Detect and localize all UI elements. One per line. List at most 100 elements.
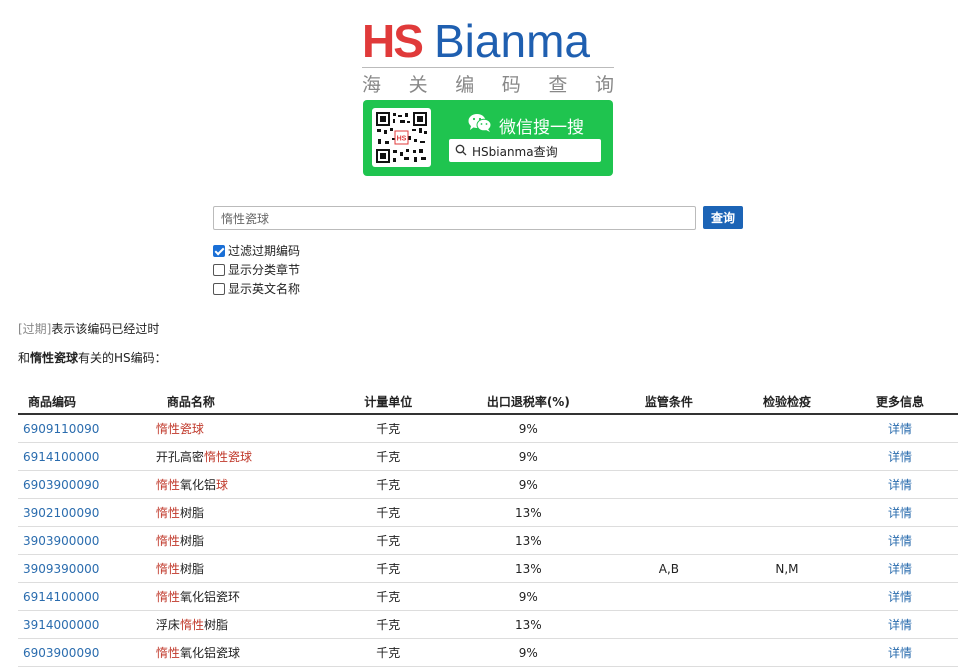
- table-row: 3903900000 惰性树脂 千克 13% 详情: [18, 526, 958, 555]
- inspection-cell: [731, 414, 843, 443]
- table-row: 3914000000 浮床惰性树脂 千克 13% 详情: [18, 610, 958, 639]
- slogan-char: 码: [501, 74, 521, 96]
- name-text: 氧化铝瓷球: [179, 646, 240, 660]
- logo-bianma: Bianma: [434, 15, 590, 67]
- col-header-supervision: 监管条件: [606, 389, 732, 415]
- unit-cell: 千克: [325, 414, 451, 443]
- keyword-highlight: 惰性: [179, 618, 204, 632]
- results-table: 商品编码 商品名称 计量单位 出口退税率(%) 监管条件 检验检疫 更多信息 6…: [18, 389, 958, 667]
- show-english-checkbox[interactable]: [213, 282, 225, 295]
- table-row: 6903900090 惰性氧化铝瓷球 千克 9% 详情: [18, 638, 958, 667]
- unit-cell: 千克: [325, 498, 451, 527]
- name-text: 开孔高密: [155, 450, 204, 464]
- unit-cell: 千克: [325, 610, 451, 639]
- rebate-rate-cell: 13%: [450, 526, 606, 555]
- option-label: 显示英文名称: [228, 282, 301, 296]
- details-link[interactable]: 详情: [842, 610, 958, 639]
- option-label: 显示分类章节: [228, 263, 301, 277]
- details-link[interactable]: 详情: [842, 498, 958, 527]
- related-keyword: 惰性瓷球: [30, 351, 79, 365]
- product-name: 惰性瓷球: [151, 414, 326, 443]
- rebate-rate-cell: 9%: [450, 582, 606, 611]
- filter-expired-checkbox[interactable]: [213, 244, 225, 257]
- name-text: 树脂: [179, 562, 204, 576]
- rebate-rate-cell: 13%: [450, 554, 606, 583]
- search-options: 过滤过期编码 显示分类章节 显示英文名称: [213, 241, 300, 298]
- hs-code-link[interactable]: 6909110090: [18, 414, 152, 443]
- slogan-char: 关: [408, 74, 428, 96]
- details-link[interactable]: 详情: [842, 526, 958, 555]
- table-row: 3909390000 惰性树脂 千克 13% A,B N,M 详情: [18, 554, 958, 583]
- details-link[interactable]: 详情: [842, 470, 958, 499]
- product-name: 惰性树脂: [151, 526, 326, 555]
- wechat-search-box[interactable]: HSbianma查询: [449, 139, 601, 162]
- slogan-char: 编: [455, 74, 475, 96]
- table-row: 6903900090 惰性氧化铝球 千克 9% 详情: [18, 470, 958, 499]
- supervision-cell: [606, 414, 732, 443]
- col-header-inspection: 检验检疫: [731, 389, 843, 415]
- hs-code-link[interactable]: 6914100000: [18, 582, 152, 611]
- supervision-cell: [606, 442, 732, 471]
- show-chapters-checkbox[interactable]: [213, 263, 225, 276]
- details-link[interactable]: 详情: [842, 442, 958, 471]
- option-filter-expired[interactable]: 过滤过期编码: [213, 241, 300, 260]
- rebate-rate-cell: 9%: [450, 638, 606, 667]
- keyword-highlight: 惰性瓷球: [203, 450, 252, 464]
- search-icon: [455, 144, 467, 156]
- hs-code-link[interactable]: 6903900090: [18, 638, 152, 667]
- slogan-char: 查: [548, 74, 568, 96]
- inspection-cell: N,M: [731, 554, 843, 583]
- keyword-highlight: 惰性: [155, 534, 180, 548]
- rebate-rate-cell: 9%: [450, 470, 606, 499]
- search-button[interactable]: 查询: [703, 206, 743, 229]
- slogan-char: 海: [362, 74, 382, 96]
- details-link[interactable]: 详情: [842, 414, 958, 443]
- site-logo[interactable]: HS Bianma: [362, 16, 614, 66]
- product-name: 惰性氧化铝球: [151, 470, 326, 499]
- wechat-icon: [468, 114, 492, 132]
- product-name: 惰性树脂: [151, 554, 326, 583]
- keyword-highlight: 惰性: [155, 506, 180, 520]
- qr-code: HS: [372, 108, 431, 167]
- table-row: 6914100000 开孔高密惰性瓷球 千克 9% 详情: [18, 442, 958, 471]
- details-link[interactable]: 详情: [842, 582, 958, 611]
- option-show-english[interactable]: 显示英文名称: [213, 279, 300, 298]
- hs-code-link[interactable]: 3914000000: [18, 610, 152, 639]
- hs-code-link[interactable]: 3909390000: [18, 554, 152, 583]
- table-row: 6914100000 惰性氧化铝瓷环 千克 9% 详情: [18, 582, 958, 611]
- details-link[interactable]: 详情: [842, 638, 958, 667]
- inspection-cell: [731, 498, 843, 527]
- product-name: 惰性树脂: [151, 498, 326, 527]
- hs-code-link[interactable]: 6903900090: [18, 470, 152, 499]
- inspection-cell: [731, 582, 843, 611]
- keyword-highlight: 惰性瓷球: [155, 422, 204, 436]
- unit-cell: 千克: [325, 442, 451, 471]
- wechat-title: 微信搜一搜: [499, 118, 584, 138]
- keyword-highlight: 惰性: [155, 646, 180, 660]
- wechat-search-text: HSbianma查询: [472, 145, 558, 159]
- product-name: 惰性氧化铝瓷球: [151, 638, 326, 667]
- slogan-char: 询: [594, 74, 614, 96]
- name-text: 氧化铝瓷环: [179, 590, 240, 604]
- keyword-highlight: 惰性: [155, 590, 180, 604]
- hs-code-link[interactable]: 3902100090: [18, 498, 152, 527]
- inspection-cell: [731, 442, 843, 471]
- related-suffix: 有关的HS编码：: [78, 351, 167, 365]
- name-text: 树脂: [203, 618, 228, 632]
- logo-hs: HS: [362, 15, 424, 67]
- details-link[interactable]: 详情: [842, 554, 958, 583]
- logo-divider: [362, 67, 614, 68]
- col-header-name: 商品名称: [151, 389, 326, 415]
- supervision-cell: [606, 498, 732, 527]
- product-name: 开孔高密惰性瓷球: [151, 442, 326, 471]
- wechat-banner[interactable]: HS 微信搜一搜 HSbianma查询: [363, 100, 613, 176]
- keyword-highlight: 惰性: [155, 478, 180, 492]
- expired-note-text: 表示该编码已经过时: [51, 322, 160, 336]
- search-input[interactable]: [213, 206, 696, 230]
- unit-cell: 千克: [325, 638, 451, 667]
- table-body: 6909110090 惰性瓷球 千克 9% 详情 6914100000 开孔高密惰性瓷球 千克…: [18, 414, 958, 667]
- hs-code-link[interactable]: 3903900000: [18, 526, 152, 555]
- option-show-chapters[interactable]: 显示分类章节: [213, 260, 300, 279]
- hs-code-link[interactable]: 6914100000: [18, 442, 152, 471]
- related-heading: 和惰性瓷球有关的HS编码：: [18, 349, 167, 366]
